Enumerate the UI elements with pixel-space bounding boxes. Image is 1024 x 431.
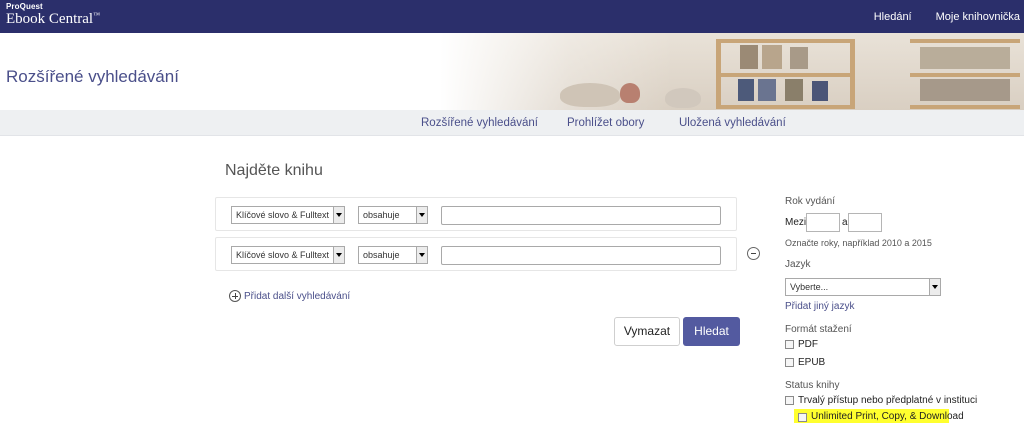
language-label: Jazyk	[785, 259, 811, 270]
epub-checkbox[interactable]	[785, 358, 794, 367]
add-search-row-button[interactable]: Přidat další vyhledávání	[229, 290, 350, 302]
operator-select[interactable]: obsahuje	[358, 206, 428, 224]
tab-browse-subjects[interactable]: Prohlížet obory	[567, 117, 644, 129]
permanent-access-checkbox-label: Trvalý přístup nebo předplatné v institu…	[798, 395, 978, 406]
format-label: Formát stažení	[785, 324, 852, 335]
nav-search-link[interactable]: Hledání	[874, 11, 912, 23]
top-bar: ProQuest Ebook Central™ Hledání Moje kni…	[0, 0, 1024, 33]
year-hint: Označte roky, například 2010 a 2015	[785, 238, 932, 248]
pdf-checkbox-label: PDF	[798, 339, 818, 350]
field-select[interactable]: Klíčové slovo & Fulltext	[231, 246, 345, 264]
year-to-input[interactable]	[848, 213, 882, 232]
unlimited-print-checkbox[interactable]	[798, 413, 807, 422]
status-label: Status knihy	[785, 380, 840, 391]
top-nav: Hledání Moje knihovnička	[850, 0, 1020, 33]
page-title: Rozšířené vyhledávání	[6, 67, 179, 86]
search-row: Klíčové slovo & Fulltext obsahuje	[215, 197, 737, 231]
brand-logo[interactable]: ProQuest Ebook Central™	[6, 3, 100, 27]
hero-banner: Rozšířené vyhledávání	[0, 33, 1024, 110]
language-select[interactable]: Vyberte...	[785, 278, 941, 296]
chevron-down-icon	[333, 207, 344, 223]
operator-select[interactable]: obsahuje	[358, 246, 428, 264]
operator-select-value: obsahuje	[363, 210, 400, 220]
add-language-link[interactable]: Přidat jiný jazyk	[785, 301, 854, 312]
unlimited-print-checkbox-label: Unlimited Print, Copy, & Download	[811, 411, 964, 422]
year-from-label: Mezi	[785, 217, 807, 228]
year-and-label: a	[842, 217, 848, 228]
year-from-input[interactable]	[806, 213, 840, 232]
field-select-value: Klíčové slovo & Fulltext	[236, 210, 330, 220]
search-button[interactable]: Hledat	[683, 317, 740, 346]
search-term-input[interactable]	[441, 206, 721, 225]
permanent-access-checkbox[interactable]	[785, 396, 794, 405]
chevron-down-icon	[333, 247, 344, 263]
plus-circle-icon	[229, 290, 241, 302]
operator-select-value: obsahuje	[363, 250, 400, 260]
tab-saved-searches[interactable]: Uložená vyhledávání	[679, 117, 786, 129]
chevron-down-icon	[416, 207, 427, 223]
library-photo	[440, 33, 1024, 110]
form-heading: Najděte knihu	[225, 162, 323, 179]
search-term-input[interactable]	[441, 246, 721, 265]
brand-small: ProQuest	[6, 2, 43, 11]
chevron-down-icon	[929, 279, 940, 295]
language-select-value: Vyberte...	[790, 282, 829, 292]
nav-my-library-link[interactable]: Moje knihovnička	[936, 11, 1020, 23]
remove-row-icon[interactable]	[747, 247, 760, 260]
epub-checkbox-label: EPUB	[798, 357, 826, 368]
pdf-checkbox[interactable]	[785, 340, 794, 349]
year-label: Rok vydání	[785, 196, 836, 207]
clear-button[interactable]: Vymazat	[614, 317, 680, 346]
chevron-down-icon	[416, 247, 427, 263]
brand-tm: ™	[93, 11, 100, 19]
sub-nav: Rozšířené vyhledávání Prohlížet obory Ul…	[0, 110, 1024, 136]
brand-big-text: Ebook Central	[6, 11, 94, 27]
field-select-value: Klíčové slovo & Fulltext	[236, 250, 330, 260]
field-select[interactable]: Klíčové slovo & Fulltext	[231, 206, 345, 224]
brand-big: Ebook Central™	[6, 12, 100, 27]
add-search-row-label: Přidat další vyhledávání	[244, 290, 351, 302]
search-row: Klíčové slovo & Fulltext obsahuje	[215, 237, 737, 271]
tab-advanced-search[interactable]: Rozšířené vyhledávání	[421, 117, 538, 129]
